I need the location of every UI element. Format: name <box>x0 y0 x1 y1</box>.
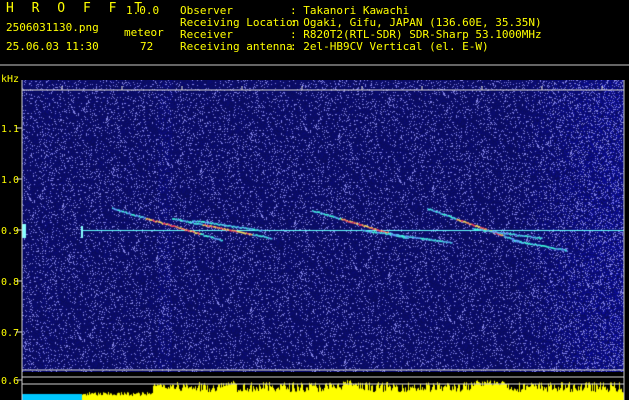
app-version: 1.0.0 <box>126 4 160 17</box>
file-name: 2506031130.png <box>6 21 99 34</box>
meteor-count: 72 <box>140 40 154 53</box>
hrofft-screen: H R O F F T 1.0.0 2506031130.png meteor … <box>0 0 629 400</box>
date-time: 25.06.03 11:30 <box>6 40 99 53</box>
y-tick-label: 1.0 <box>1 175 20 186</box>
antenna-value: : 2el-HB9CV Vertical (el. E-W) <box>290 40 489 53</box>
meteor-label: meteor <box>124 26 164 39</box>
antenna-label: Receiving antenna <box>180 40 293 53</box>
activity-graph <box>22 372 624 400</box>
y-tick-label: 0.6 <box>1 376 20 387</box>
axis-unit-label: kHz <box>1 74 20 85</box>
spectrogram-waterfall <box>22 80 624 372</box>
y-tick-label: 0.8 <box>1 277 20 288</box>
y-tick-label: 0.9 <box>1 226 20 237</box>
y-tick-label: 1.1 <box>1 124 20 135</box>
y-tick-label: 0.7 <box>1 328 20 339</box>
